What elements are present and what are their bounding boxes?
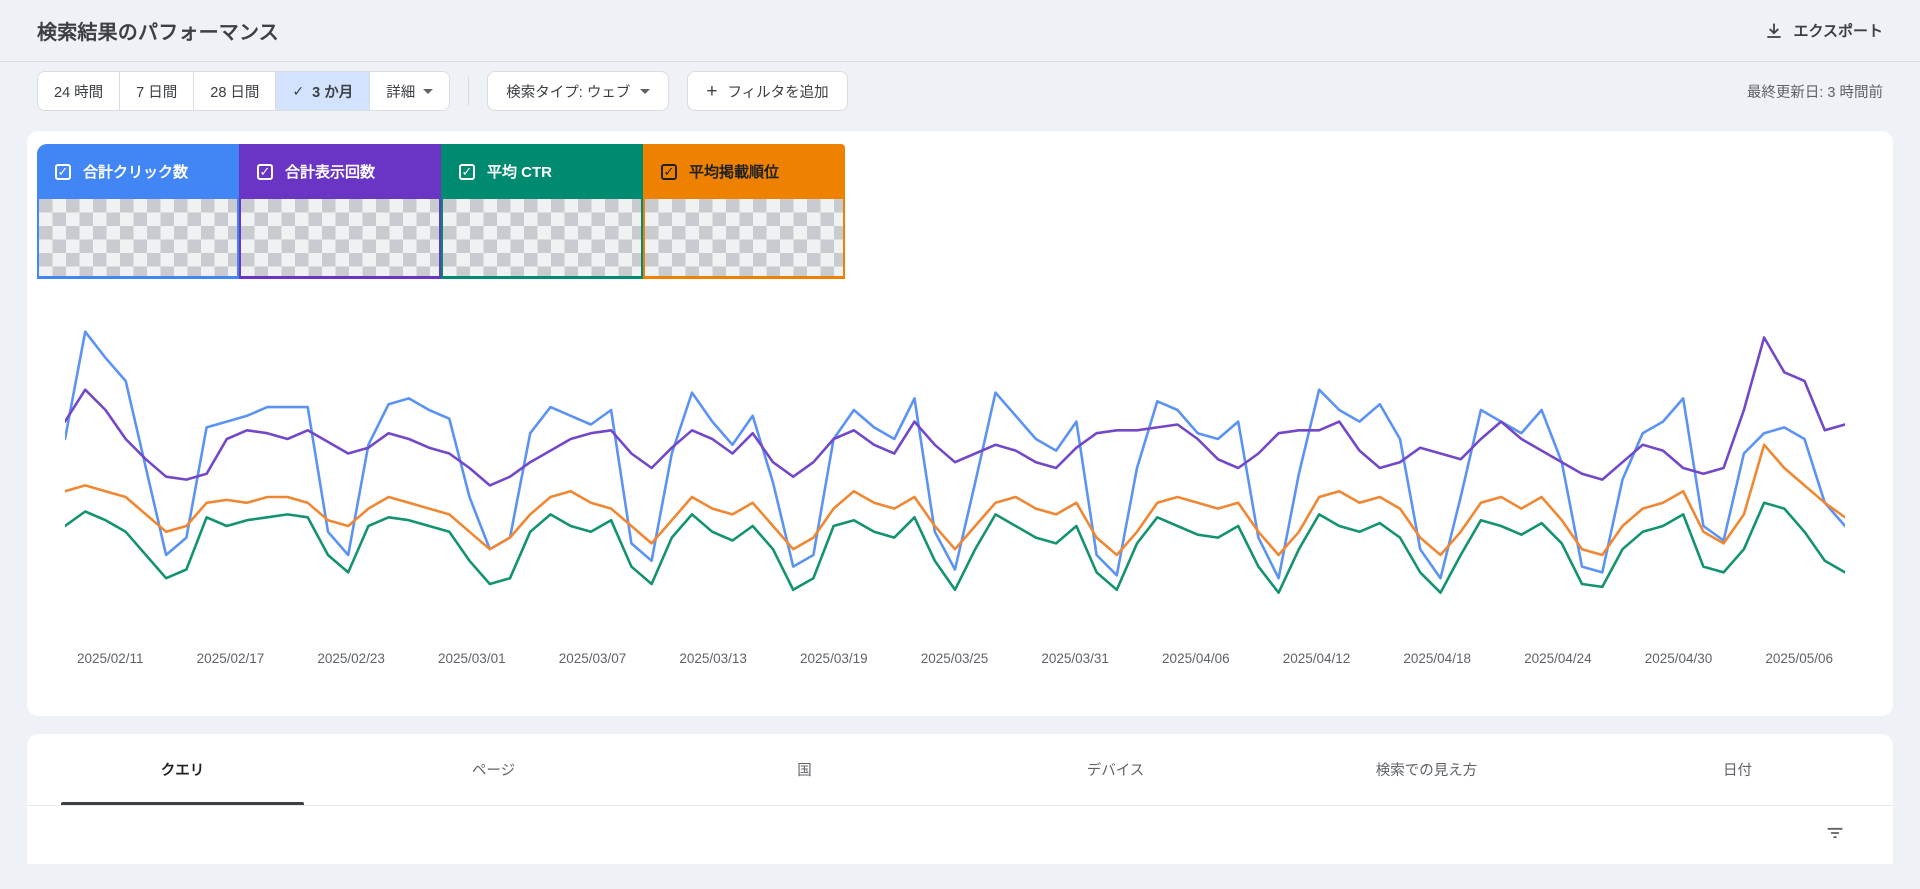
metric-value-area [643, 199, 845, 279]
range-24h-label: 24 時間 [54, 84, 104, 101]
page-header: 検索結果のパフォーマンス エクスポート [0, 0, 1920, 62]
divider [468, 76, 470, 106]
search-type-label: 検索タイプ: ウェブ [506, 84, 631, 101]
x-tick: 2025/03/01 [438, 651, 506, 666]
last-updated-text: 最終更新日: 3 時間前 [1746, 84, 1883, 101]
plus-icon: + [706, 80, 718, 102]
x-tick: 2025/05/06 [1765, 651, 1833, 666]
checkbox-ctr[interactable]: ✓ [459, 163, 475, 180]
tab-pages[interactable]: ページ [338, 734, 649, 805]
download-icon [1765, 22, 1783, 40]
table-toolbar [27, 806, 1893, 862]
tab-dates[interactable]: 日付 [1582, 734, 1893, 805]
performance-chart-panel: ✓ 合計クリック数 ✓ 合計表示回数 ✓ 平均 CTR ✓ 平均掲載順位 202… [27, 131, 1893, 716]
metric-card-impressions[interactable]: ✓ 合計表示回数 [239, 144, 441, 279]
x-tick: 2025/02/11 [77, 651, 144, 666]
export-button[interactable]: エクスポート [1765, 20, 1883, 41]
redacted-value [443, 199, 641, 276]
checkbox-position[interactable]: ✓ [661, 163, 677, 180]
range-28d-button[interactable]: 28 日間 [194, 72, 277, 110]
metric-value-area [239, 199, 441, 279]
tab-label: デバイス [1086, 763, 1145, 779]
tab-label: ページ [471, 763, 516, 779]
x-tick: 2025/03/07 [558, 651, 627, 666]
tab-devices[interactable]: デバイス [960, 734, 1271, 805]
chevron-down-icon [640, 88, 651, 94]
metric-value-area [37, 199, 239, 279]
checkbox-impressions[interactable]: ✓ [257, 163, 273, 180]
range-28d-label: 28 日間 [210, 84, 260, 101]
search-type-chip[interactable]: 検索タイプ: ウェブ [487, 71, 670, 111]
metric-label-impressions: 合計表示回数 [285, 164, 376, 181]
date-range-control: 24 時間 7 日間 28 日間 ✓ 3 か月 詳細 [37, 71, 451, 111]
range-7d-label: 7 日間 [136, 84, 178, 101]
tab-label: クエリ [160, 763, 205, 779]
range-7d-button[interactable]: 7 日間 [120, 72, 195, 110]
metric-value-area [441, 199, 643, 279]
tab-countries[interactable]: 国 [649, 734, 960, 805]
range-custom-button[interactable]: 詳細 [370, 72, 450, 110]
x-tick: 2025/03/19 [800, 651, 868, 666]
metric-card-header: ✓ 合計表示回数 [239, 144, 441, 199]
x-tick: 2025/02/23 [317, 651, 385, 666]
tab-label: 日付 [1723, 763, 1752, 779]
x-tick: 2025/04/30 [1644, 651, 1713, 666]
check-icon: ✓ [292, 82, 305, 99]
range-custom-label: 詳細 [386, 84, 416, 101]
export-label: エクスポート [1793, 23, 1883, 40]
x-tick: 2025/03/13 [679, 651, 747, 666]
metric-label-position: 平均掲載順位 [689, 164, 780, 181]
metric-card-header: ✓ 合計クリック数 [37, 144, 239, 199]
tab-search-appearance[interactable]: 検索での見え方 [1271, 734, 1582, 805]
filter-rows-button[interactable] [1819, 817, 1851, 852]
filter-bar: 24 時間 7 日間 28 日間 ✓ 3 か月 詳細 検索タイプ: ウェブ + … [0, 62, 1920, 120]
x-tick: 2025/04/24 [1524, 651, 1592, 666]
page-title: 検索結果のパフォーマンス [37, 22, 279, 44]
filter-list-icon [1825, 827, 1845, 846]
x-axis-ticks: 2025/02/11 2025/02/17 2025/02/23 2025/03… [65, 651, 1845, 666]
metric-card-header: ✓ 平均 CTR [441, 144, 643, 199]
redacted-value [645, 199, 843, 276]
metric-card-clicks[interactable]: ✓ 合計クリック数 [37, 144, 239, 279]
metric-card-header: ✓ 平均掲載順位 [643, 144, 845, 199]
dimension-tabs: クエリ ページ 国 デバイス 検索での見え方 日付 [27, 734, 1893, 806]
redacted-value [241, 199, 439, 276]
x-tick: 2025/04/12 [1282, 651, 1351, 666]
metric-label-ctr: 平均 CTR [487, 164, 552, 181]
x-tick: 2025/04/18 [1403, 651, 1471, 666]
metric-card-ctr[interactable]: ✓ 平均 CTR [441, 144, 643, 279]
dimensions-table-panel: クエリ ページ 国 デバイス 検索での見え方 日付 [27, 734, 1893, 864]
line-chart-svg [65, 311, 1845, 641]
tab-label: 検索での見え方 [1375, 763, 1478, 779]
metric-card-position[interactable]: ✓ 平均掲載順位 [643, 144, 845, 279]
range-24h-button[interactable]: 24 時間 [38, 72, 121, 110]
chevron-down-icon [423, 88, 434, 94]
metric-label-clicks: 合計クリック数 [83, 164, 189, 181]
range-3m-label: 3 か月 [312, 84, 354, 101]
tab-label: 国 [797, 763, 812, 779]
add-filter-chip[interactable]: + フィルタを追加 [687, 71, 848, 111]
x-tick: 2025/04/06 [1162, 651, 1230, 666]
add-filter-label: フィルタを追加 [727, 84, 829, 101]
tab-queries[interactable]: クエリ [27, 734, 338, 805]
performance-line-chart[interactable] [65, 311, 1845, 641]
metric-cards: ✓ 合計クリック数 ✓ 合計表示回数 ✓ 平均 CTR ✓ 平均掲載順位 [37, 144, 845, 279]
range-3m-button[interactable]: ✓ 3 か月 [276, 72, 371, 110]
x-tick: 2025/03/31 [1041, 651, 1109, 666]
redacted-value [39, 199, 237, 276]
x-tick: 2025/02/17 [196, 651, 265, 666]
checkbox-clicks[interactable]: ✓ [55, 163, 71, 180]
x-tick: 2025/03/25 [920, 651, 989, 666]
